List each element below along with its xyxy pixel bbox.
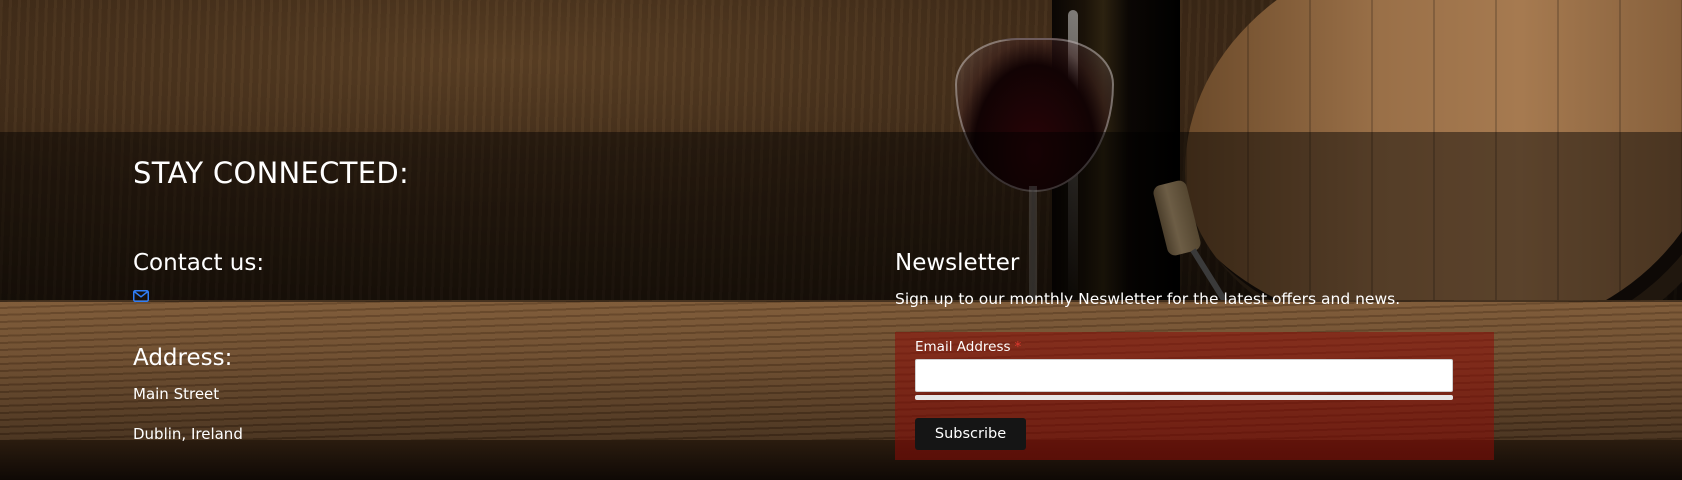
- newsletter-heading: Newsletter: [895, 250, 1020, 276]
- footer-content: STAY CONNECTED: Contact us: Address: Mai…: [0, 0, 1682, 480]
- envelope-icon: [133, 290, 149, 302]
- footer-stay-connected: STAY CONNECTED: Contact us: Address: Mai…: [0, 0, 1682, 480]
- email-input[interactable]: [915, 359, 1453, 392]
- address-block: Address:: [133, 345, 232, 371]
- email-label: Email Address *: [915, 339, 1021, 355]
- address-heading: Address:: [133, 345, 233, 371]
- contact-heading: Contact us:: [133, 250, 265, 276]
- contact-column: Contact us: Address: Main Street Dublin,…: [133, 250, 733, 443]
- address-line-street: Main Street: [133, 385, 220, 403]
- email-label-text: Email Address: [915, 339, 1011, 355]
- newsletter-form: Email Address * Subscribe: [895, 332, 1494, 460]
- subscribe-button[interactable]: Subscribe: [915, 418, 1026, 450]
- required-marker: *: [1014, 339, 1022, 355]
- newsletter-column: Newsletter Sign up to our monthly Neswle…: [895, 250, 1495, 308]
- address-line-city: Dublin, Ireland: [133, 425, 243, 443]
- section-title: STAY CONNECTED:: [133, 156, 410, 190]
- newsletter-description: Sign up to our monthly Neswletter for th…: [895, 290, 1401, 308]
- email-link[interactable]: [133, 276, 149, 302]
- email-input-underline: [915, 395, 1453, 400]
